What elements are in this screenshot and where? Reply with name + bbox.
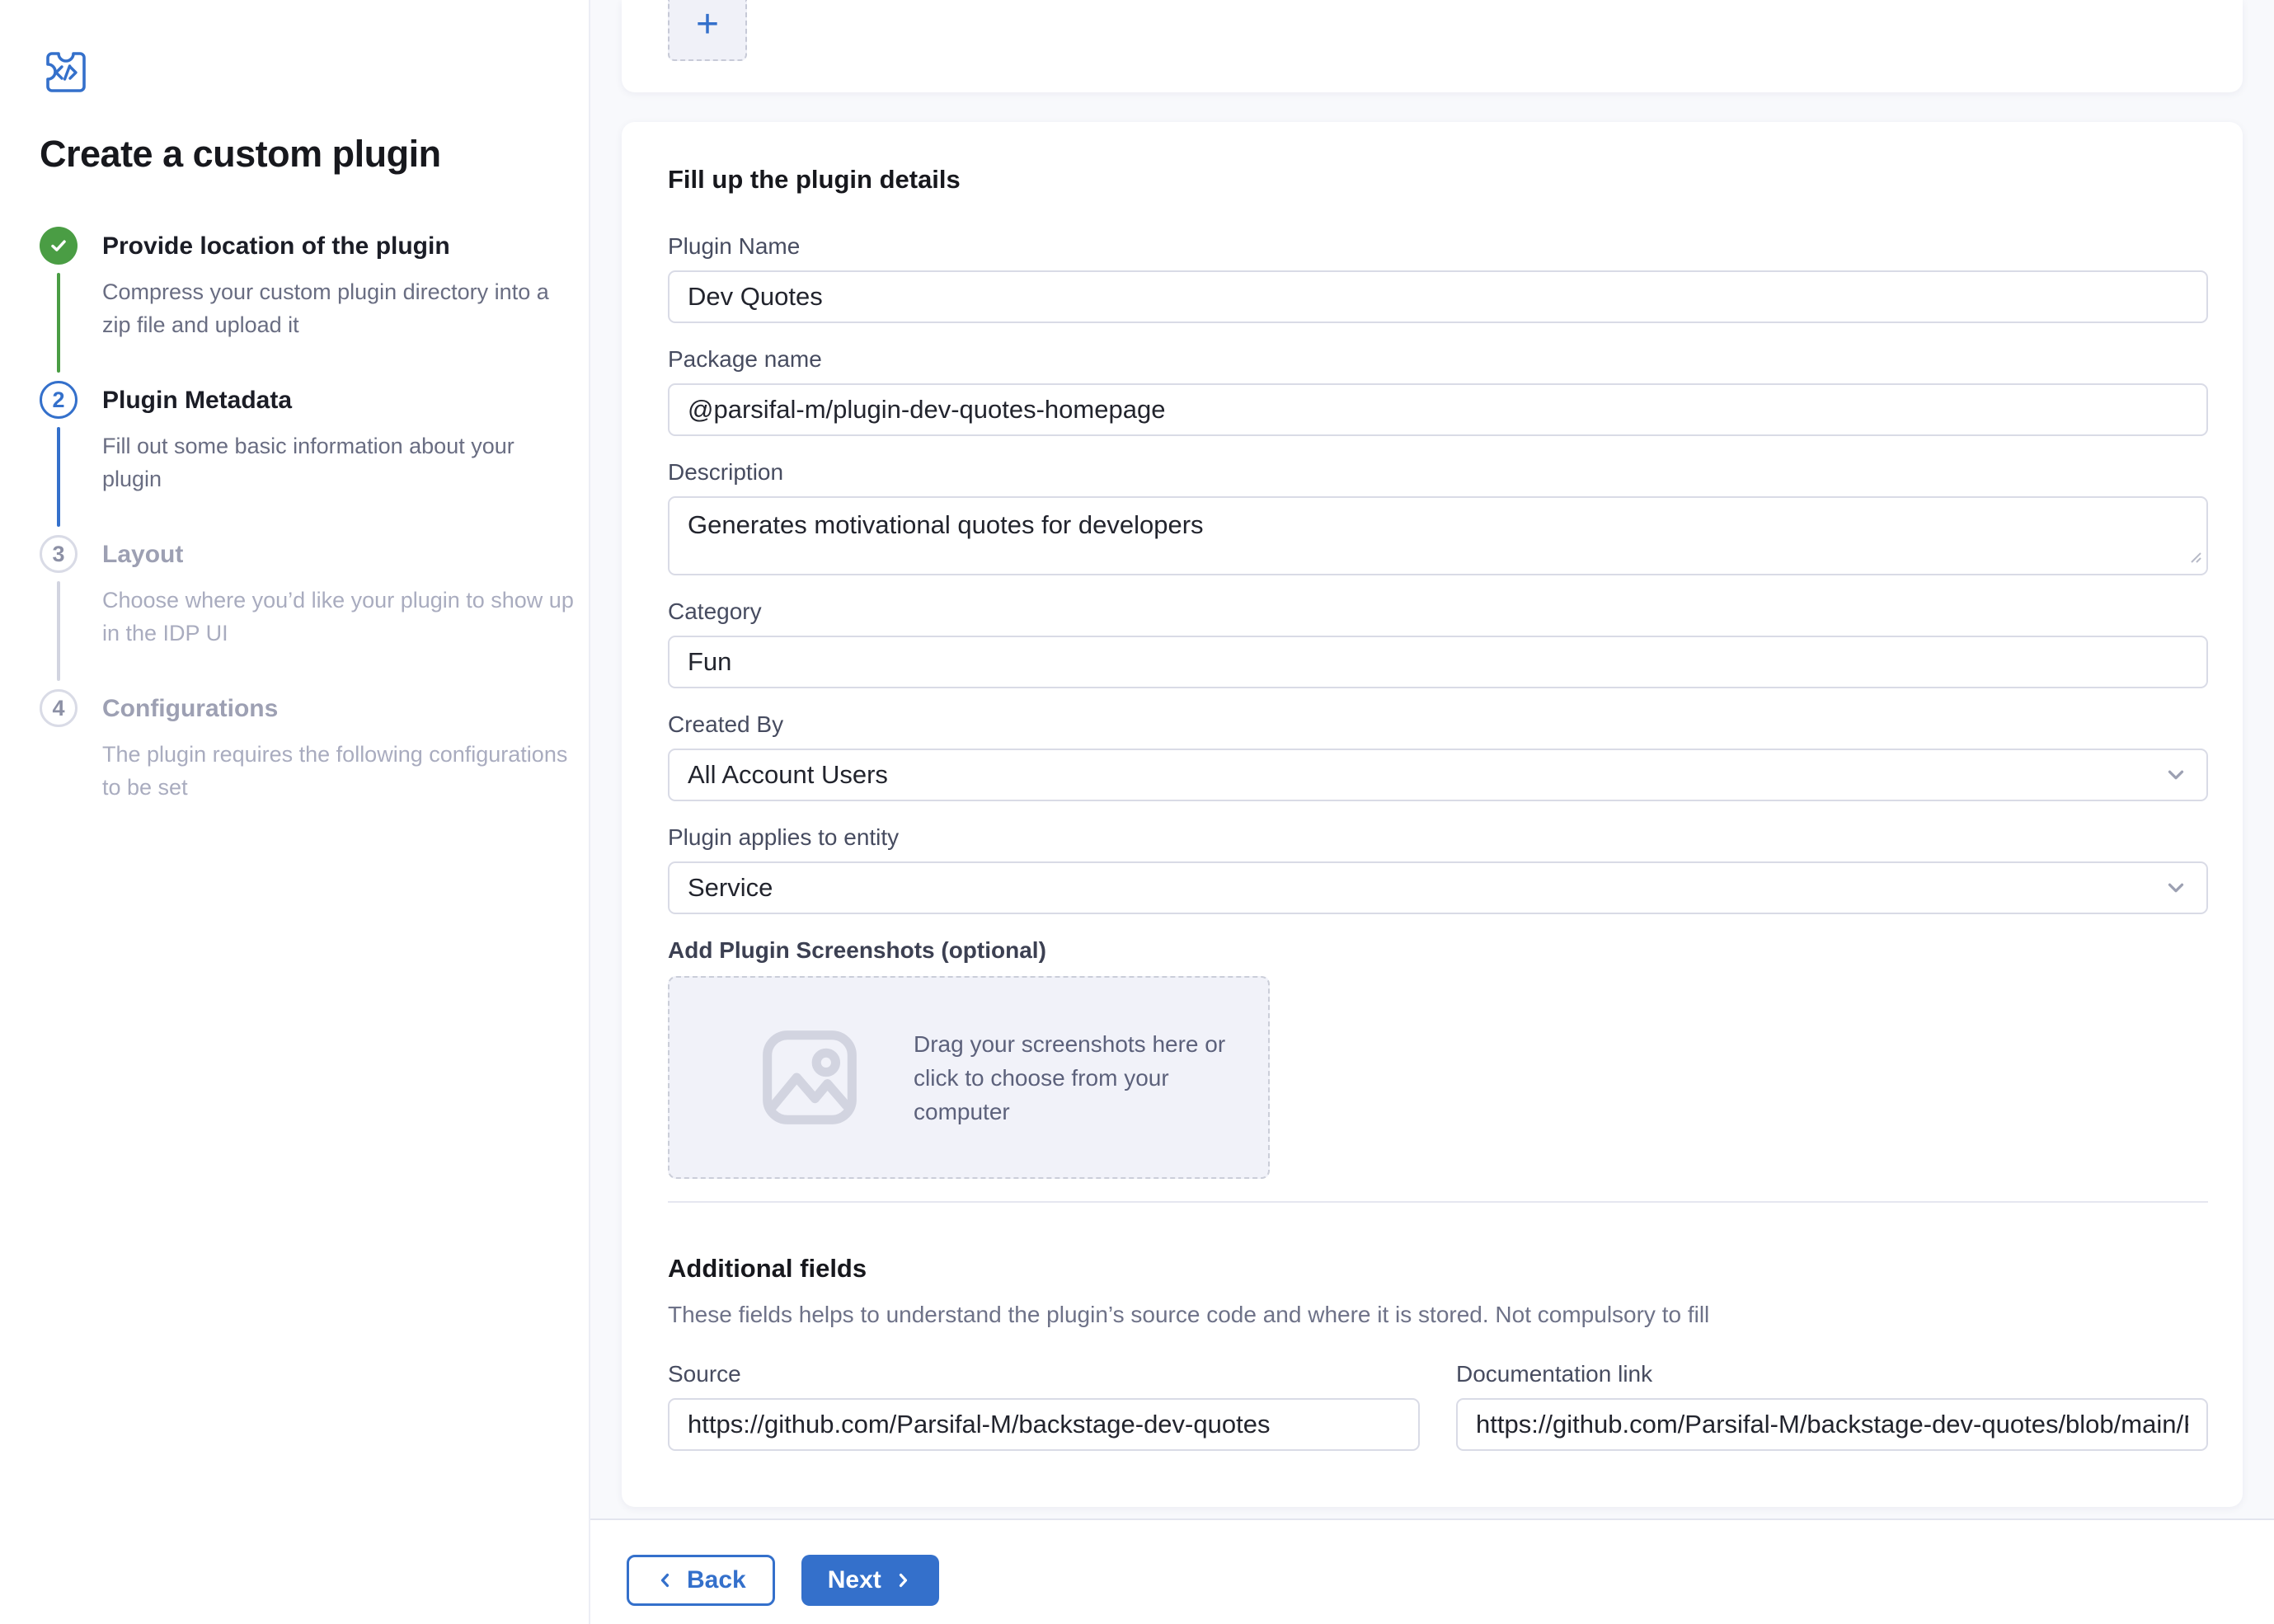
created-by-select[interactable]: All Account Users (668, 749, 2208, 801)
step-connector (57, 581, 60, 681)
dropzone-text: Drag your screenshots here or click to c… (914, 1027, 1235, 1129)
plugin-details-card: Fill up the plugin details Plugin Name P… (622, 122, 2243, 1507)
step-title: Plugin Metadata (102, 385, 576, 416)
documentation-link-input[interactable] (1456, 1398, 2208, 1451)
step-rail: 4 (40, 689, 78, 843)
main-panel: + Fill up the plugin details Plugin Name… (590, 0, 2274, 1624)
step-circle-upcoming: 3 (40, 535, 78, 573)
step-description: Choose where you’d like your plugin to s… (102, 584, 576, 650)
additional-fields-row: Source Documentation link (668, 1360, 2208, 1451)
additional-fields-note: These fields helps to understand the plu… (668, 1298, 2208, 1331)
chevron-down-icon (2164, 763, 2188, 787)
image-placeholder-icon (752, 1020, 867, 1135)
source-label: Source (668, 1360, 1420, 1388)
created-by-field: Created By All Account Users (668, 711, 2208, 801)
package-name-input[interactable] (668, 383, 2208, 436)
source-field: Source (668, 1360, 1420, 1451)
description-field: Description Generates motivational quote… (668, 458, 2208, 575)
step-circle-upcoming: 4 (40, 689, 78, 727)
documentation-link-field: Documentation link (1456, 1360, 2208, 1451)
created-by-label: Created By (668, 711, 2208, 739)
step-title: Layout (102, 539, 576, 570)
form-heading: Fill up the plugin details (668, 163, 2208, 196)
created-by-value: All Account Users (688, 760, 888, 790)
step-body: Layout Choose where you’d like your plug… (102, 535, 576, 689)
step-description: The plugin requires the following config… (102, 738, 576, 804)
plugin-logo-icon (40, 46, 576, 103)
applies-to-entity-value: Service (688, 873, 773, 903)
screenshots-field: Add Plugin Screenshots (optional) Drag y… (668, 936, 2208, 1179)
chevron-down-icon (2164, 875, 2188, 900)
plugin-name-input[interactable] (668, 270, 2208, 323)
create-plugin-wizard: Create a custom plugin Provide location … (0, 0, 2274, 1624)
step-provide-location: Provide location of the plugin Compress … (40, 227, 576, 381)
plus-icon: + (696, 2, 719, 47)
page-title: Create a custom plugin (40, 133, 576, 176)
step-body: Configurations The plugin requires the f… (102, 689, 576, 843)
step-number: 2 (52, 387, 64, 413)
step-configurations: 4 Configurations The plugin requires the… (40, 689, 576, 843)
back-button[interactable]: Back (627, 1555, 775, 1606)
step-rail: 2 (40, 381, 78, 535)
chevron-right-icon (893, 1570, 913, 1590)
add-plugin-tile[interactable]: + (668, 0, 747, 61)
sidebar: Create a custom plugin Provide location … (0, 0, 590, 1624)
package-name-label: Package name (668, 345, 2208, 373)
footer: Back Next (590, 1518, 2274, 1624)
textarea-resize-handle[interactable] (2188, 550, 2203, 569)
step-connector (57, 427, 60, 527)
applies-to-entity-label: Plugin applies to entity (668, 824, 2208, 852)
step-description: Compress your custom plugin directory in… (102, 275, 576, 341)
step-plugin-metadata: 2 Plugin Metadata Fill out some basic in… (40, 381, 576, 535)
next-button-label: Next (828, 1566, 881, 1594)
step-description: Fill out some basic information about yo… (102, 429, 576, 495)
plugin-name-field: Plugin Name (668, 232, 2208, 323)
package-name-field: Package name (668, 345, 2208, 436)
uploaded-plugins-card: + (622, 0, 2243, 92)
back-button-label: Back (687, 1566, 746, 1594)
step-title: Provide location of the plugin (102, 231, 576, 262)
section-divider (668, 1201, 2208, 1203)
category-label: Category (668, 598, 2208, 626)
plugin-name-label: Plugin Name (668, 232, 2208, 260)
step-title: Configurations (102, 693, 576, 725)
step-rail (40, 227, 78, 381)
applies-to-entity-select[interactable]: Service (668, 861, 2208, 914)
chevron-left-icon (655, 1570, 675, 1590)
category-input[interactable] (668, 636, 2208, 688)
next-button[interactable]: Next (801, 1555, 939, 1606)
step-body: Plugin Metadata Fill out some basic info… (102, 381, 576, 535)
step-body: Provide location of the plugin Compress … (102, 227, 576, 381)
source-input[interactable] (668, 1398, 1420, 1451)
screenshot-dropzone[interactable]: Drag your screenshots here or click to c… (668, 976, 1270, 1179)
description-textarea[interactable]: Generates motivational quotes for develo… (668, 496, 2208, 575)
stepper: Provide location of the plugin Compress … (40, 227, 576, 843)
step-layout: 3 Layout Choose where you’d like your pl… (40, 535, 576, 689)
documentation-link-label: Documentation link (1456, 1360, 2208, 1388)
category-field: Category (668, 598, 2208, 688)
step-number: 3 (52, 542, 64, 567)
applies-to-entity-field: Plugin applies to entity Service (668, 824, 2208, 914)
description-label: Description (668, 458, 2208, 486)
step-circle-completed (40, 227, 78, 265)
step-connector (57, 273, 60, 373)
step-rail: 3 (40, 535, 78, 689)
check-icon (48, 235, 69, 256)
screenshots-label: Add Plugin Screenshots (optional) (668, 936, 2208, 965)
additional-fields-heading: Additional fields (668, 1252, 2208, 1285)
step-circle-active: 2 (40, 381, 78, 419)
step-number: 4 (52, 696, 64, 721)
